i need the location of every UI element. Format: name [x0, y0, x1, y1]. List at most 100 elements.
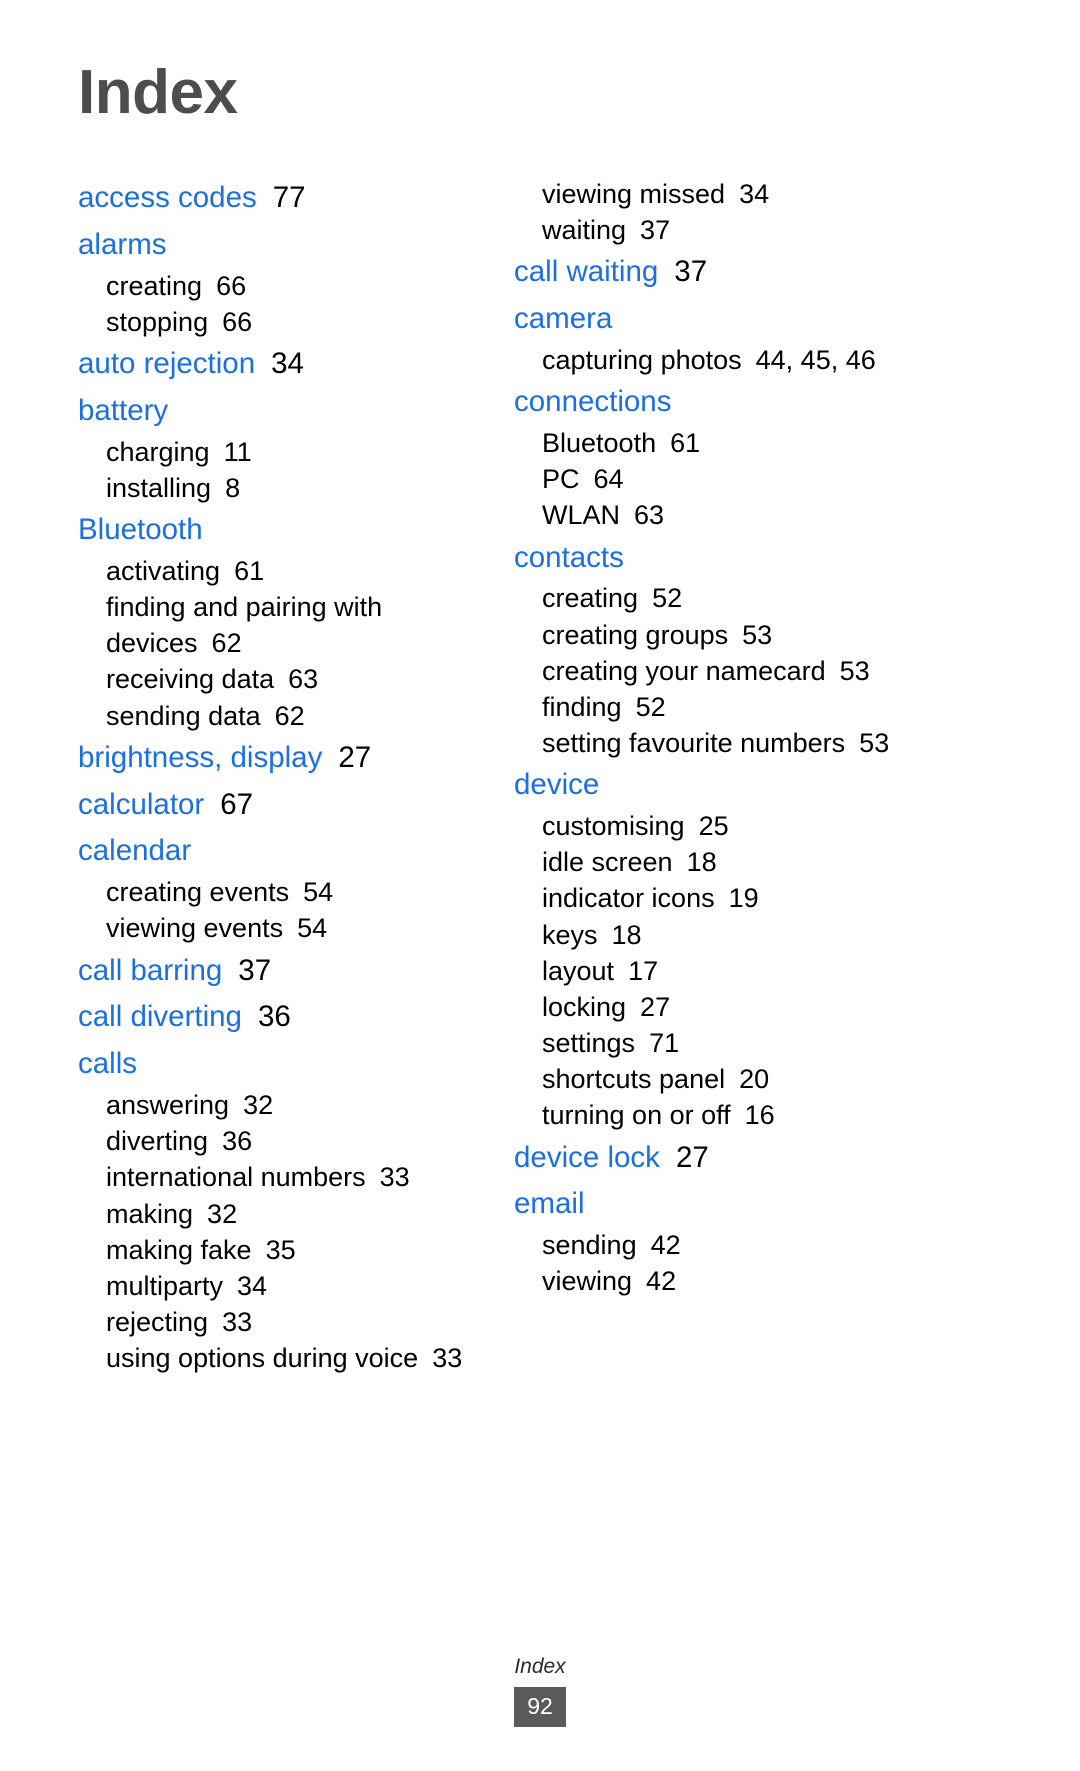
- index-subentry[interactable]: sending 42: [542, 1227, 914, 1263]
- index-subentry[interactable]: rejecting 33: [106, 1304, 478, 1340]
- index-subentry[interactable]: creating events 54: [106, 874, 478, 910]
- index-subentry[interactable]: locking 27: [542, 989, 914, 1025]
- index-subentry-label: locking: [542, 991, 627, 1022]
- index-entry-main[interactable]: call waiting 37: [514, 250, 914, 295]
- index-subentry[interactable]: Bluetooth 61: [542, 425, 914, 461]
- index-subentry-label: sending data: [106, 700, 261, 731]
- index-subentry[interactable]: indicator icons 19: [542, 880, 914, 916]
- index-subentry[interactable]: diverting 36: [106, 1123, 478, 1159]
- index-subentry[interactable]: installing 8: [106, 470, 478, 506]
- index-subentry[interactable]: viewing missed 34: [542, 176, 914, 212]
- index-subentry-label: charging: [106, 436, 210, 467]
- index-subentry-label: making: [106, 1198, 194, 1229]
- index-subentry[interactable]: settings 71: [542, 1025, 914, 1061]
- index-subentry[interactable]: creating 52: [542, 580, 914, 616]
- footer-label: Index: [514, 1655, 566, 1678]
- index-group: device customising 25 idle screen 18 indicato…: [514, 763, 914, 1133]
- index-entry-main[interactable]: call diverting 36: [78, 995, 478, 1040]
- index-subentry[interactable]: creating your namecard 53: [542, 653, 914, 689]
- index-entry-main[interactable]: calendar: [78, 829, 478, 874]
- index-subentry-label: creating your namecard: [542, 655, 826, 686]
- index-entry-label: calculator: [78, 787, 205, 821]
- index-subentry-pages: 42: [650, 1230, 681, 1261]
- index-subentry[interactable]: keys 18: [542, 917, 914, 953]
- index-subentry-pages: 17: [628, 955, 659, 986]
- index-subentry[interactable]: charging 11: [106, 434, 478, 470]
- index-subentry[interactable]: viewing 42: [542, 1263, 914, 1299]
- index-subentry[interactable]: capturing photos 44, 45, 46: [542, 342, 914, 378]
- index-subentry[interactable]: shortcuts panel 20: [542, 1061, 914, 1097]
- index-entry-main[interactable]: calculator 67: [78, 783, 478, 828]
- index-subentry[interactable]: finding and pairing with devices 62: [106, 589, 478, 661]
- index-entry-main[interactable]: alarms: [78, 223, 478, 268]
- page-footer: Index 92: [0, 1655, 1080, 1727]
- index-group: brightness, display 27: [78, 736, 478, 781]
- index-subentry[interactable]: activating 61: [106, 553, 478, 589]
- index-subentry-pages: 32: [207, 1198, 238, 1229]
- left-column: access codes 77 alarms creating 66 stopping 66…: [78, 176, 478, 1378]
- index-subentry[interactable]: turning on or off 16: [542, 1097, 914, 1133]
- index-entry-main[interactable]: connections: [514, 380, 914, 425]
- index-entry-main[interactable]: auto rejection 34: [78, 342, 478, 387]
- index-entry-main[interactable]: contacts: [514, 536, 914, 581]
- index-subentry-pages: 54: [303, 877, 334, 908]
- index-subentry[interactable]: viewing events 54: [106, 910, 478, 946]
- index-subentry-label: viewing missed: [542, 179, 726, 209]
- index-subentry-label: diverting: [106, 1126, 209, 1157]
- index-subentry[interactable]: stopping 66: [106, 304, 478, 340]
- index-subentry-label: finding: [542, 691, 622, 722]
- index-entry-pages: 77: [272, 181, 306, 214]
- index-subentry[interactable]: answering 32: [106, 1087, 478, 1123]
- index-entry-main[interactable]: call barring 37: [78, 949, 478, 994]
- index-subentry[interactable]: making 32: [106, 1196, 478, 1232]
- index-subentry[interactable]: setting favourite numbers 53: [542, 725, 914, 761]
- index-subentry[interactable]: PC 64: [542, 461, 914, 497]
- index-subentry[interactable]: international numbers 33: [106, 1159, 478, 1195]
- index-subentry[interactable]: receiving data 63: [106, 661, 478, 697]
- index-entry-label: camera: [514, 302, 613, 336]
- index-entry-main[interactable]: camera: [514, 297, 914, 342]
- index-subentry-pages: 16: [744, 1100, 775, 1131]
- index-entry-main[interactable]: Bluetooth: [78, 508, 478, 553]
- index-entry-main[interactable]: brightness, display 27: [78, 736, 478, 781]
- index-subentry-pages: 20: [739, 1064, 770, 1095]
- index-subentry[interactable]: multiparty 34: [106, 1268, 478, 1304]
- index-group: camera capturing photos 44, 45, 46: [514, 297, 914, 378]
- index-subentry-label: international numbers: [106, 1162, 366, 1193]
- index-subentry-pages: 61: [670, 428, 701, 458]
- index-subentry-pages: 42: [646, 1266, 677, 1297]
- index-subentry-pages: 34: [739, 179, 770, 209]
- index-entry-label: calendar: [78, 834, 192, 868]
- index-entry-main[interactable]: device: [514, 763, 914, 808]
- index-subentry[interactable]: creating groups 53: [542, 617, 914, 653]
- index-subentry[interactable]: customising 25: [542, 808, 914, 844]
- index-subentry[interactable]: waiting 37: [542, 212, 914, 248]
- index-entry-main[interactable]: access codes 77: [78, 176, 478, 221]
- index-entry-main[interactable]: email: [514, 1182, 914, 1227]
- index-subentry-pages: 34: [237, 1270, 268, 1301]
- index-entry-main[interactable]: device lock 27: [514, 1136, 914, 1181]
- index-subentry[interactable]: using options during voice 33: [106, 1340, 478, 1376]
- index-entry-main[interactable]: battery: [78, 389, 478, 434]
- index-subentry[interactable]: creating 66: [106, 268, 478, 304]
- index-subentry[interactable]: idle screen 18: [542, 844, 914, 880]
- index-subentry[interactable]: layout 17: [542, 953, 914, 989]
- index-subentry-label: creating groups: [542, 619, 729, 650]
- index-group: call diverting 36: [78, 995, 478, 1040]
- index-entry-label: Bluetooth: [78, 513, 203, 546]
- index-group: calculator 67: [78, 783, 478, 828]
- index-subentry[interactable]: making fake 35: [106, 1232, 478, 1268]
- index-subentry[interactable]: sending data 62: [106, 698, 478, 734]
- index-entry-main[interactable]: calls: [78, 1042, 478, 1087]
- index-group: email sending 42 viewing 42: [514, 1182, 914, 1299]
- index-subentry-label: setting favourite numbers: [542, 728, 846, 759]
- index-group: auto rejection 34: [78, 342, 478, 387]
- index-subentry-pages: 53: [742, 619, 773, 650]
- page-title: Index: [78, 58, 238, 127]
- index-group: alarms creating 66 stopping 66: [78, 223, 478, 340]
- index-entry-label: alarms: [78, 227, 167, 261]
- index-subentry[interactable]: WLAN 63: [542, 497, 914, 533]
- index-subentry[interactable]: finding 52: [542, 689, 914, 725]
- index-subentry-pages: 52: [635, 691, 666, 722]
- index-subentry-pages: 66: [222, 306, 253, 337]
